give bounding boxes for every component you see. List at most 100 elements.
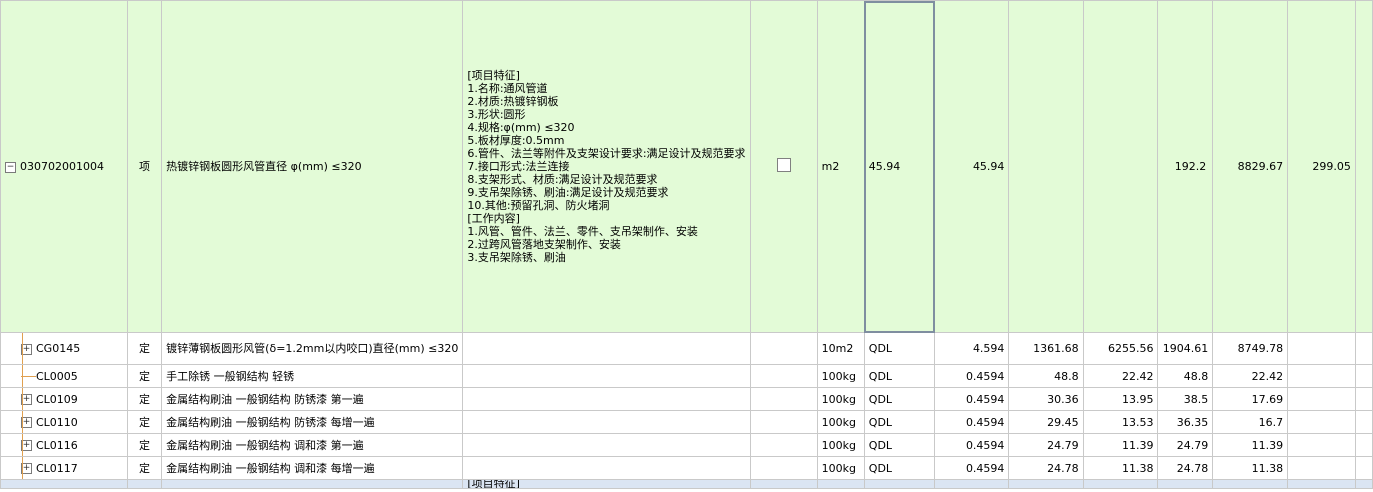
cell-c2[interactable]: 6255.56 bbox=[1082, 332, 1159, 365]
cell-checkbox[interactable] bbox=[749, 332, 818, 365]
cell-c2[interactable]: 11.38 bbox=[1082, 456, 1159, 480]
cell-c4[interactable]: 22.42 bbox=[1212, 364, 1289, 388]
cell-description[interactable] bbox=[462, 410, 751, 434]
cell-c2[interactable]: 22.42 bbox=[1082, 364, 1159, 388]
cell-empty[interactable] bbox=[749, 479, 818, 489]
cell-c2[interactable] bbox=[1082, 0, 1159, 333]
cell-c1[interactable]: 29.45 bbox=[1008, 410, 1084, 434]
cell-empty[interactable] bbox=[1008, 479, 1084, 489]
cell-unit[interactable]: m2 bbox=[816, 0, 865, 333]
cell-type[interactable]: 定 bbox=[126, 433, 163, 457]
cell-description[interactable] bbox=[462, 456, 751, 480]
cell-c4[interactable]: 11.39 bbox=[1212, 433, 1289, 457]
cell-empty[interactable] bbox=[0, 479, 128, 489]
cell-description[interactable] bbox=[462, 332, 751, 365]
cell-checkbox[interactable] bbox=[749, 0, 818, 333]
cell-description[interactable] bbox=[462, 364, 751, 388]
cell-empty[interactable] bbox=[161, 479, 464, 489]
cell-extra[interactable] bbox=[1354, 364, 1373, 388]
cell-quantity[interactable]: 0.4594 bbox=[934, 456, 1010, 480]
cell-c1[interactable]: 1361.68 bbox=[1008, 332, 1084, 365]
cell-name[interactable]: 手工除锈 一般钢结构 轻锈 bbox=[161, 364, 464, 388]
cell-empty[interactable] bbox=[1157, 479, 1214, 489]
table-row[interactable]: + CL0116 定金属结构刷油 一般钢结构 调和漆 第一遍 100kg QDL 0.45… bbox=[0, 433, 1373, 457]
table-row[interactable]: CL0005 定手工除锈 一般钢结构 轻锈 100kg QDL 0.4594 48.8 22… bbox=[0, 364, 1373, 388]
cell-checkbox[interactable] bbox=[749, 364, 818, 388]
cell-quantity[interactable]: 0.4594 bbox=[934, 364, 1010, 388]
cell-code[interactable]: CL0005 bbox=[0, 364, 128, 388]
cell-c4[interactable]: 16.7 bbox=[1212, 410, 1289, 434]
cell-name[interactable]: 金属结构刷油 一般钢结构 调和漆 每增一遍 bbox=[161, 456, 464, 480]
cell-expression[interactable]: 45.94 bbox=[863, 0, 936, 333]
cell-empty[interactable] bbox=[1212, 479, 1289, 489]
cell-name[interactable]: 金属结构刷油 一般钢结构 防锈漆 每增一遍 bbox=[161, 410, 464, 434]
cell-quantity[interactable]: 45.94 bbox=[934, 0, 1010, 333]
cell-type[interactable]: 定 bbox=[126, 364, 163, 388]
cell-code[interactable]: + CL0116 bbox=[0, 433, 128, 457]
cell-c1[interactable]: 24.78 bbox=[1008, 456, 1084, 480]
cell-c2[interactable]: 11.39 bbox=[1082, 433, 1159, 457]
cell-c4[interactable]: 11.38 bbox=[1212, 456, 1289, 480]
cell-c5[interactable] bbox=[1287, 364, 1356, 388]
cell-expression[interactable]: QDL bbox=[863, 410, 936, 434]
cell-empty[interactable] bbox=[1354, 479, 1373, 489]
cell-c5[interactable] bbox=[1287, 332, 1356, 365]
cell-description[interactable] bbox=[462, 433, 751, 457]
cell-quantity[interactable]: 0.4594 bbox=[934, 387, 1010, 411]
cell-c5[interactable] bbox=[1287, 456, 1356, 480]
cell-quantity[interactable]: 4.594 bbox=[934, 332, 1010, 365]
cell-description[interactable] bbox=[462, 387, 751, 411]
cell-quantity[interactable]: 0.4594 bbox=[934, 410, 1010, 434]
cell-c3[interactable]: 24.78 bbox=[1157, 456, 1214, 480]
cell-expression[interactable]: QDL bbox=[863, 456, 936, 480]
table-row[interactable]: + CL0109 定金属结构刷油 一般钢结构 防锈漆 第一遍 100kg QDL 0.45… bbox=[0, 387, 1373, 411]
cell-unit[interactable]: 100kg bbox=[816, 433, 865, 457]
cell-code[interactable]: + CG0145 bbox=[0, 332, 128, 365]
table-row[interactable]: + CL0117 定金属结构刷油 一般钢结构 调和漆 每增一遍 100kg QDL 0.4… bbox=[0, 456, 1373, 480]
cell-name[interactable]: 金属结构刷油 一般钢结构 防锈漆 第一遍 bbox=[161, 387, 464, 411]
cell-c1[interactable]: 48.8 bbox=[1008, 364, 1084, 388]
cell-extra[interactable] bbox=[1354, 332, 1373, 365]
cell-c3[interactable]: 48.8 bbox=[1157, 364, 1214, 388]
cell-c1[interactable]: 30.36 bbox=[1008, 387, 1084, 411]
cell-code[interactable]: + CL0117 bbox=[0, 456, 128, 480]
table-row[interactable]: + CG0145 定镀锌薄钢板圆形风管(δ=1.2mm以内咬口)直径(mm) ≤32… bbox=[0, 332, 1373, 365]
cell-quantity[interactable]: 0.4594 bbox=[934, 433, 1010, 457]
cell-extra[interactable] bbox=[1354, 433, 1373, 457]
table-row-main[interactable]: −030702001004 项 热镀锌钢板圆形风管直径 φ(mm) ≤320 [… bbox=[0, 0, 1373, 333]
cell-type[interactable]: 项 bbox=[126, 0, 163, 333]
cell-c1[interactable]: 24.79 bbox=[1008, 433, 1084, 457]
cell-extra[interactable] bbox=[1354, 0, 1373, 333]
cell-c3[interactable]: 1904.61 bbox=[1157, 332, 1214, 365]
checkbox-icon[interactable] bbox=[776, 158, 791, 172]
cell-c3[interactable]: 36.35 bbox=[1157, 410, 1214, 434]
cell-expression[interactable]: QDL bbox=[863, 433, 936, 457]
cell-empty[interactable] bbox=[863, 479, 936, 489]
cell-c2[interactable]: 13.95 bbox=[1082, 387, 1159, 411]
cell-code[interactable]: + CL0109 bbox=[0, 387, 128, 411]
cell-code[interactable]: + CL0110 bbox=[0, 410, 128, 434]
cell-c5[interactable]: 299.05 bbox=[1287, 0, 1356, 333]
cell-c5[interactable] bbox=[1287, 410, 1356, 434]
cell-unit[interactable]: 100kg bbox=[816, 410, 865, 434]
cell-checkbox[interactable] bbox=[749, 410, 818, 434]
cell-expression[interactable]: QDL bbox=[863, 364, 936, 388]
cell-empty[interactable] bbox=[816, 479, 865, 489]
cell-c4[interactable]: 8829.67 bbox=[1212, 0, 1289, 333]
cell-c5[interactable] bbox=[1287, 433, 1356, 457]
cell-empty[interactable] bbox=[1287, 479, 1356, 489]
cell-type[interactable]: 定 bbox=[126, 410, 163, 434]
cell-name[interactable]: 金属结构刷油 一般钢结构 调和漆 第一遍 bbox=[161, 433, 464, 457]
cell-description[interactable]: [项目特征] 1.名称:通风管道 2.材质:热镀锌钢板 3.形状:圆形 4.规格:φ(m… bbox=[462, 0, 751, 333]
cell-unit[interactable]: 100kg bbox=[816, 364, 865, 388]
cell-type[interactable]: 定 bbox=[126, 332, 163, 365]
cell-checkbox[interactable] bbox=[749, 387, 818, 411]
cell-extra[interactable] bbox=[1354, 456, 1373, 480]
cell-c3[interactable]: 24.79 bbox=[1157, 433, 1214, 457]
cell-name[interactable]: 热镀锌钢板圆形风管直径 φ(mm) ≤320 bbox=[161, 0, 464, 333]
cell-extra[interactable] bbox=[1354, 410, 1373, 434]
cell-c1[interactable] bbox=[1008, 0, 1084, 333]
cell-unit[interactable]: 10m2 bbox=[816, 332, 865, 365]
cell-checkbox[interactable] bbox=[749, 433, 818, 457]
cell-extra[interactable] bbox=[1354, 387, 1373, 411]
